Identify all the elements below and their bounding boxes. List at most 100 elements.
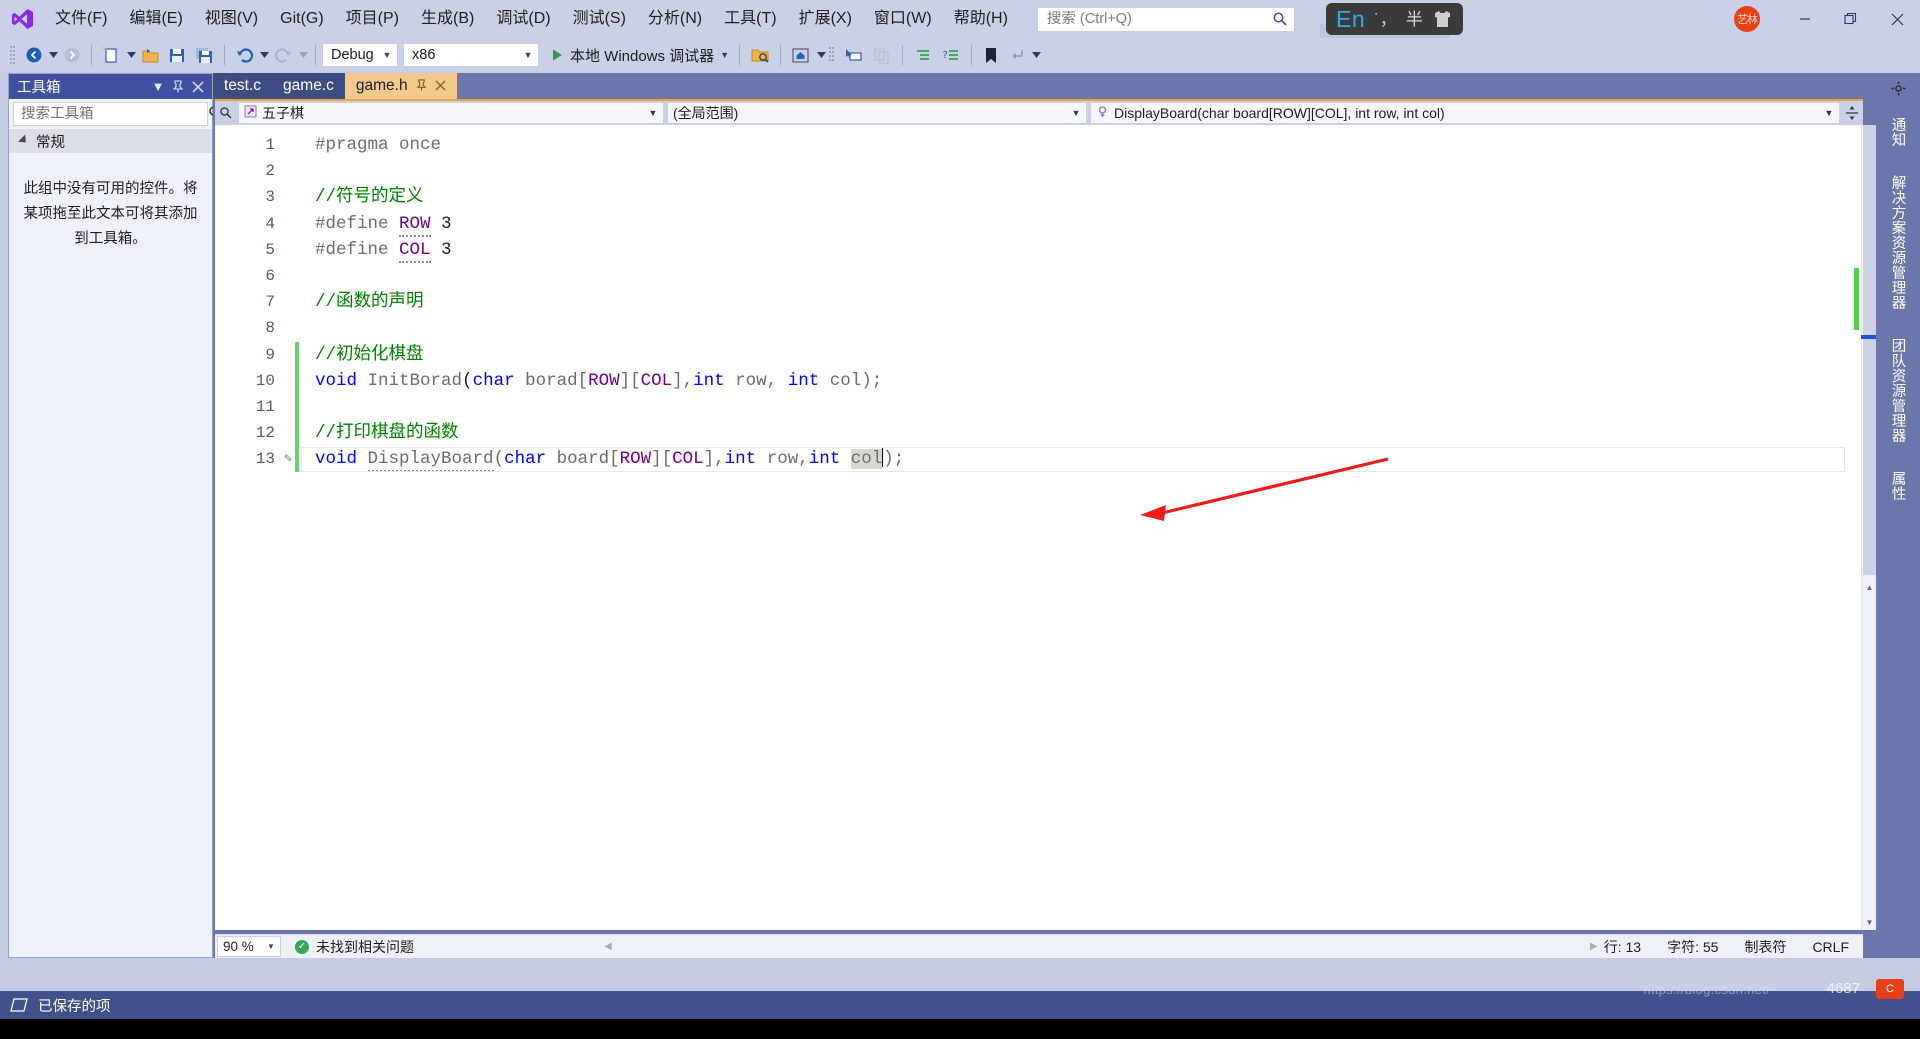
close-icon[interactable]	[188, 77, 208, 97]
maximize-restore-button[interactable]	[1828, 0, 1874, 38]
copy-definition-button[interactable]	[868, 42, 896, 68]
ime-language-indicator[interactable]: En	[1336, 7, 1365, 31]
search-solution-button[interactable]	[746, 42, 774, 68]
code-line[interactable]: 1 #pragma once	[215, 132, 1863, 158]
right-tab-solution-explorer[interactable]: 解决方案资源管理器	[1888, 165, 1909, 320]
global-search-box[interactable]	[1036, 6, 1295, 32]
scrollbar-thumb[interactable]	[1863, 125, 1876, 575]
editor-tab-game-c[interactable]: game.c	[272, 73, 345, 99]
go-to-definition-button[interactable]	[840, 42, 868, 68]
chevron-down-icon[interactable]: ▼	[264, 942, 278, 951]
hscroll-left-icon[interactable]: ◀	[604, 941, 612, 952]
editor-tab-game-h[interactable]: game.h	[344, 73, 457, 99]
toolbox-search-input[interactable]	[21, 106, 208, 122]
code-line[interactable]: 13 ✎ void DisplayBoard(char board[ROW][COL…	[215, 446, 1863, 473]
comment-selection-button[interactable]	[909, 42, 937, 68]
gear-icon[interactable]	[1876, 73, 1920, 103]
zoom-level-combo[interactable]: 90 % ▼	[217, 936, 281, 957]
shirt-icon[interactable]	[1432, 10, 1453, 28]
menu-window[interactable]: 窗口(W)	[863, 5, 943, 33]
solution-platform-combo[interactable]: x86 ▼	[403, 43, 539, 67]
search-input[interactable]	[1046, 11, 1272, 27]
home-window-dropdown-icon[interactable]	[815, 43, 827, 67]
menu-project[interactable]: 项目(P)	[335, 5, 410, 33]
expand-triangle-icon[interactable]	[18, 134, 30, 146]
chevron-down-icon[interactable]: ▼	[645, 108, 661, 118]
minimize-button[interactable]	[1782, 0, 1828, 38]
redo-dropdown-icon[interactable]	[297, 43, 309, 67]
toolbar-grip-icon[interactable]	[8, 45, 17, 65]
start-debugging-button[interactable]: 本地 Windows 调试器 ▼	[544, 42, 733, 68]
member-scope-combo[interactable]: DisplayBoard(char board[ROW][COL], int r…	[1090, 102, 1840, 124]
menu-view[interactable]: 视图(V)	[194, 5, 269, 33]
hscroll-right-icon[interactable]: ▶	[1590, 941, 1598, 952]
menu-edit[interactable]: 编辑(E)	[118, 5, 193, 33]
new-project-button[interactable]	[98, 42, 125, 68]
right-tab-team-explorer[interactable]: 团队资源管理器	[1888, 328, 1909, 453]
right-tab-notifications[interactable]: 通知	[1888, 107, 1909, 157]
menu-debug[interactable]: 调试(D)	[485, 5, 561, 33]
code-line[interactable]: 6	[215, 263, 1863, 289]
editor-tab-test-c[interactable]: test.c	[213, 73, 273, 99]
new-project-dropdown-icon[interactable]	[125, 43, 137, 67]
toolbox-group-general[interactable]: 常规	[9, 128, 212, 153]
redo-button[interactable]	[270, 42, 297, 68]
toolbox-search-box[interactable]: ▼	[13, 102, 234, 126]
menu-analyze[interactable]: 分析(N)	[637, 5, 713, 33]
save-button[interactable]	[164, 42, 191, 68]
menu-file[interactable]: 文件(F)	[44, 5, 118, 33]
pin-icon[interactable]	[416, 79, 427, 93]
right-tab-properties[interactable]: 属性	[1888, 461, 1909, 511]
scroll-down-icon[interactable]: ▼	[1862, 915, 1877, 930]
ime-width-toggle[interactable]: 半	[1406, 11, 1423, 28]
type-scope-combo[interactable]: (全局范围) ▼	[667, 102, 1087, 124]
split-editor-icon[interactable]	[1843, 105, 1861, 121]
previous-bookmark-button[interactable]	[1004, 42, 1030, 68]
code-line[interactable]: 2	[215, 158, 1863, 184]
close-icon[interactable]	[435, 79, 446, 93]
chevron-down-icon[interactable]: ▼	[148, 77, 168, 97]
menu-tools[interactable]: 工具(T)	[713, 5, 787, 33]
navigate-back-dropdown-icon[interactable]	[47, 43, 59, 67]
code-line[interactable]: 4 #define ROW 3	[215, 211, 1863, 237]
toolbar-overflow-icon[interactable]	[1030, 43, 1042, 67]
menu-build[interactable]: 生成(B)	[410, 5, 485, 33]
navigate-back-button[interactable]	[21, 42, 47, 68]
code-line[interactable]: 3 //符号的定义	[215, 184, 1863, 210]
line-ending-indicator[interactable]: CRLF	[1812, 939, 1849, 955]
menu-extensions[interactable]: 扩展(X)	[788, 5, 863, 33]
chevron-down-icon[interactable]: ▼	[1068, 108, 1084, 118]
save-all-button[interactable]	[191, 42, 218, 68]
code-line[interactable]: 5 #define COL 3	[215, 237, 1863, 263]
uncomment-selection-button[interactable]: ?	[937, 42, 965, 68]
search-scope-icon[interactable]	[217, 106, 235, 120]
indentation-indicator[interactable]: 制表符	[1744, 937, 1786, 957]
code-line[interactable]: 11	[215, 393, 1863, 421]
toolbar-grip-icon-2[interactable]	[827, 45, 836, 65]
code-line[interactable]: 12 //打印棋盘的函数	[215, 420, 1863, 447]
scroll-up-icon[interactable]: ▲	[1862, 580, 1877, 595]
chevron-down-icon[interactable]: ▼	[1821, 108, 1837, 118]
ime-floating-bar[interactable]: En ˙， 半	[1326, 3, 1463, 35]
undo-button[interactable]	[231, 42, 258, 68]
editor-vertical-scrollbar[interactable]: ▲ ▼	[1861, 125, 1876, 930]
home-window-button[interactable]	[787, 42, 815, 68]
open-file-button[interactable]	[137, 42, 164, 68]
close-button[interactable]	[1874, 0, 1920, 38]
project-scope-combo[interactable]: 五子棋 ▼	[238, 102, 664, 124]
toggle-bookmark-button[interactable]	[978, 42, 1004, 68]
code-line[interactable]: 8	[215, 315, 1863, 341]
issue-status[interactable]: ✓ 未找到相关问题	[295, 937, 414, 957]
code-line[interactable]: 10 void InitBorad(char borad[ROW][COL],in…	[215, 367, 1863, 394]
account-avatar[interactable]: 艺林	[1734, 6, 1760, 32]
code-editor-pane[interactable]: 1 #pragma once 2 3 //符号的定义 4 #define ROW 3 5 #de…	[215, 125, 1863, 930]
code-line[interactable]: 9 //初始化棋盘	[215, 341, 1863, 368]
solution-configuration-combo[interactable]: Debug ▼	[322, 43, 398, 67]
undo-dropdown-icon[interactable]	[258, 43, 270, 67]
chevron-down-icon[interactable]: ▼	[520, 50, 536, 60]
menu-test[interactable]: 测试(S)	[562, 5, 637, 33]
menu-help[interactable]: 帮助(H)	[943, 5, 1019, 33]
menu-git[interactable]: Git(G)	[269, 5, 335, 33]
chevron-down-icon[interactable]: ▼	[379, 50, 395, 60]
code-line[interactable]: 7 //函数的声明	[215, 289, 1863, 315]
